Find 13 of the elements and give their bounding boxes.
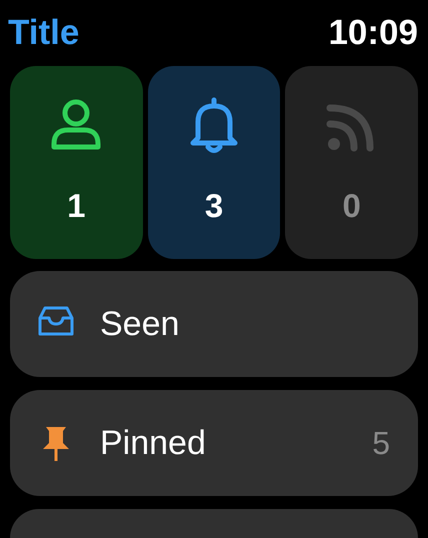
row-label: Seen: [100, 304, 180, 344]
list-row[interactable]: Pinned 5: [10, 390, 418, 496]
count-number: 0: [342, 186, 361, 226]
clock-time: 10:09: [328, 12, 419, 54]
filter-tile[interactable]: 3: [148, 66, 280, 259]
row-count: 5: [372, 424, 391, 463]
filter-tile[interactable]: 1: [10, 66, 143, 259]
count-number: 3: [204, 186, 224, 226]
row-label: Pinned: [100, 422, 207, 464]
count-number: 1: [67, 186, 86, 226]
list-row[interactable]: Seen: [10, 271, 418, 377]
filter-tile[interactable]: 0: [285, 66, 418, 259]
page-title: Title: [8, 12, 80, 54]
